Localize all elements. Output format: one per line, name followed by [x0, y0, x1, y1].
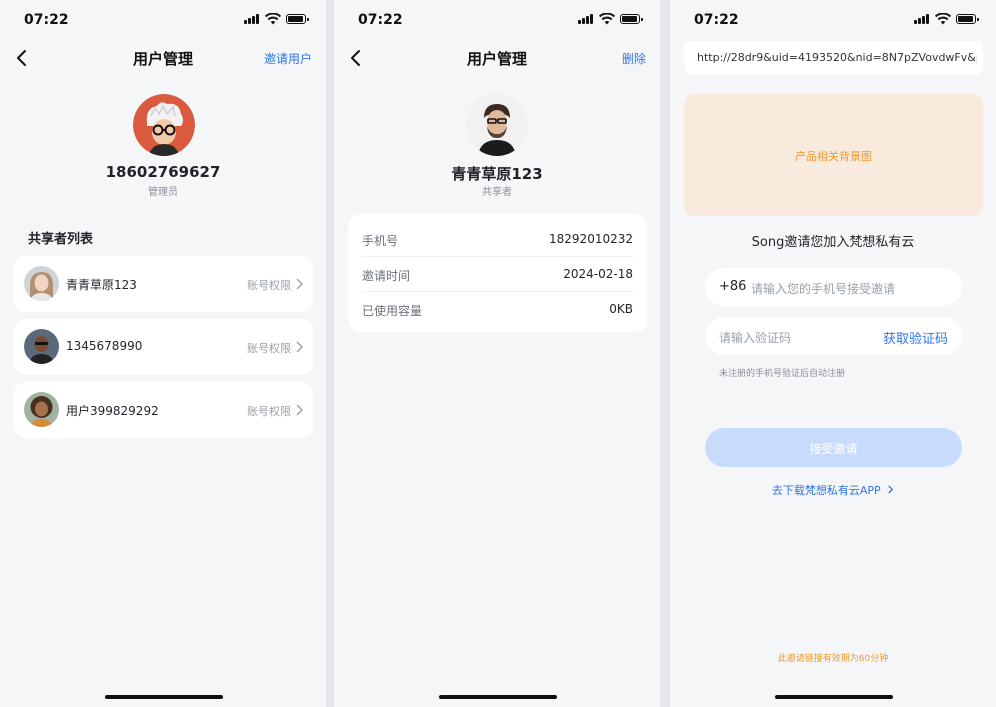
- wifi-icon: [265, 13, 281, 25]
- status-bar: 07:22: [0, 0, 326, 40]
- account-permission-link[interactable]: 账号权限: [247, 403, 291, 419]
- verification-code-field[interactable]: 请输入验证码 获取验证码: [705, 317, 962, 355]
- info-row-storage-used: 已使用容量 0KB: [362, 291, 633, 326]
- sharer-name: 1345678990: [66, 339, 143, 353]
- chevron-right-icon: [296, 404, 303, 416]
- auto-register-hint: 未注册的手机号验证后自动注册: [719, 369, 846, 379]
- account-permission-link[interactable]: 账号权限: [247, 277, 291, 293]
- sharer-name: 用户399829292: [66, 404, 159, 418]
- invite-title: Song邀请您加入梵想私有云: [751, 235, 915, 250]
- signal-icon: [914, 13, 932, 25]
- code-input-placeholder: 请输入验证码: [719, 331, 792, 345]
- invite-user-button[interactable]: 邀请用户: [264, 50, 312, 67]
- user-management-screen: 07:22 用户管理 邀请用户 18602769627 管理员 共享者列表 青青…: [0, 0, 326, 707]
- status-time: 07:22: [694, 12, 739, 28]
- battery-icon: [286, 14, 309, 24]
- user-role: 共享者: [482, 187, 512, 198]
- download-app-label: 去下载梵想私有云APP: [771, 484, 881, 497]
- status-time: 07:22: [24, 12, 69, 28]
- accept-invite-label: 接受邀请: [809, 442, 858, 456]
- sharer-list-item[interactable]: 1345678990 账号权限: [14, 319, 313, 375]
- home-indicator: [439, 695, 557, 699]
- phone-input-placeholder: 请输入您的手机号接受邀请: [751, 282, 896, 296]
- owner-avatar: [133, 94, 195, 156]
- download-app-link[interactable]: 去下载梵想私有云APP: [670, 482, 996, 498]
- info-label: 邀请时间: [362, 269, 411, 283]
- banner-text: 产品相关背景图: [795, 150, 872, 163]
- account-permission-link[interactable]: 账号权限: [247, 340, 291, 356]
- status-time: 07:22: [358, 12, 403, 28]
- url-bar[interactable]: http://28dr9&uid=4193520&nid=8N7pZVovdwF…: [684, 41, 983, 74]
- sharer-avatar: [24, 266, 59, 301]
- invite-landing-screen: 07:22 http://28dr9&uid=4193520&nid=8N7pZ…: [670, 0, 996, 707]
- nav-bar: 用户管理 删除: [334, 40, 660, 76]
- user-avatar: [466, 94, 528, 156]
- sharer-name: 青青草原123: [66, 278, 137, 292]
- home-indicator: [105, 695, 223, 699]
- home-indicator: [775, 695, 893, 699]
- page-title: 用户管理: [466, 50, 527, 68]
- signal-icon: [578, 13, 596, 25]
- sharer-list-item[interactable]: 用户399829292 账号权限: [14, 382, 313, 438]
- url-text: http://28dr9&uid=4193520&nid=8N7pZVovdwF…: [697, 51, 977, 64]
- get-code-button[interactable]: 获取验证码: [883, 328, 948, 347]
- owner-role: 管理员: [148, 187, 178, 198]
- product-banner: 产品相关背景图: [684, 94, 983, 216]
- chevron-right-icon: [888, 485, 894, 494]
- sharer-list-title: 共享者列表: [28, 232, 94, 247]
- sharer-avatar: [24, 329, 59, 364]
- owner-phone: 18602769627: [105, 163, 221, 181]
- link-expiry-note: 此邀请链接有效期为60分钟: [777, 654, 889, 664]
- status-bar: 07:22: [334, 0, 660, 40]
- wifi-icon: [599, 13, 615, 25]
- info-label: 已使用容量: [362, 304, 423, 318]
- nav-bar: 用户管理 邀请用户: [0, 40, 326, 76]
- info-row-phone: 手机号 18292010232: [362, 221, 633, 257]
- info-value: 0KB: [609, 302, 633, 316]
- user-name: 青青草原123: [451, 165, 543, 183]
- wifi-icon: [935, 13, 951, 25]
- delete-button[interactable]: 删除: [622, 50, 646, 67]
- info-value: 18292010232: [549, 232, 633, 246]
- sharer-avatar: [24, 392, 59, 427]
- user-info-card: 手机号 18292010232 邀请时间 2024-02-18 已使用容量 0K…: [348, 214, 647, 332]
- chevron-right-icon: [296, 278, 303, 290]
- battery-icon: [620, 14, 643, 24]
- user-detail-screen: 07:22 用户管理 删除 青青草原123 共享者 手机号 1829201023…: [334, 0, 660, 707]
- accept-invite-button[interactable]: 接受邀请: [705, 428, 962, 467]
- phone-field[interactable]: +86 请输入您的手机号接受邀请: [705, 268, 962, 306]
- battery-icon: [956, 14, 979, 24]
- country-code[interactable]: +86: [719, 279, 746, 294]
- sharer-list-item[interactable]: 青青草原123 账号权限: [14, 256, 313, 312]
- chevron-right-icon: [296, 341, 303, 353]
- info-value: 2024-02-18: [563, 267, 633, 281]
- info-label: 手机号: [362, 234, 399, 248]
- info-row-invite-time: 邀请时间 2024-02-18: [362, 256, 633, 292]
- status-bar: 07:22: [670, 0, 996, 40]
- signal-icon: [244, 13, 262, 25]
